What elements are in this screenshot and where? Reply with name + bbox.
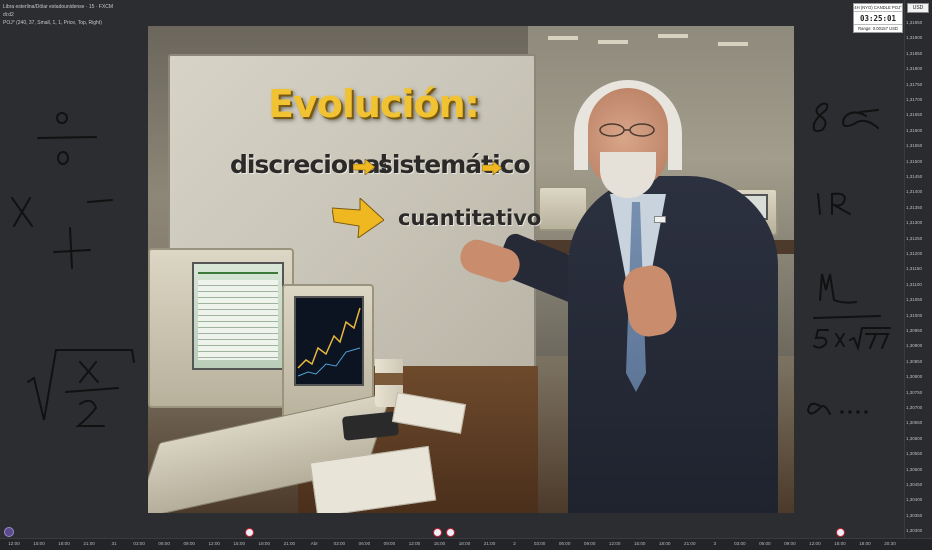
price-tick-label: 1,31150 — [906, 266, 922, 272]
price-tick-label: 1,30650 — [906, 420, 923, 426]
handwritten-notes-left[interactable] — [0, 100, 148, 440]
price-tick-label: 1,31400 — [906, 189, 923, 195]
price-tick-label: 1,31250 — [906, 235, 923, 241]
time-tick-label: 06:00 — [158, 541, 170, 546]
time-tick-label: 21:00 — [684, 541, 696, 546]
time-tick-label: 18:00 — [258, 541, 271, 546]
price-tick-label: 1,30400 — [906, 497, 923, 503]
candle-range: Range: 0.00157 USD — [854, 24, 902, 32]
price-tick-label: 1,31550 — [906, 143, 923, 149]
price-chart-screen — [294, 296, 364, 386]
time-tick-label: 18:00 — [859, 541, 871, 546]
photo-title: Evolución: — [268, 82, 480, 126]
price-tick-label: 1,30600 — [906, 435, 923, 441]
symbol-title[interactable]: Libra esterlina/Dólar estadounidense · 1… — [3, 3, 113, 11]
economic-event-flag-icon[interactable] — [433, 528, 442, 537]
price-tick-label: 1,31950 — [906, 20, 923, 25]
price-tick-label: 1,31200 — [906, 251, 923, 256]
price-tick-label: 1,31750 — [906, 81, 923, 87]
price-tick-label: 1,30350 — [906, 512, 923, 518]
time-tick-label: 21:00 — [83, 541, 95, 546]
arrow-icon — [482, 161, 502, 175]
price-tick-label: 1,30950 — [906, 328, 923, 333]
time-tick-label: 06:00 — [759, 541, 771, 546]
time-tick-label: 09:00 — [183, 541, 195, 546]
price-tick-label: 1,31600 — [906, 127, 923, 133]
arrow-icon — [353, 159, 375, 175]
price-tick-label: 1,31650 — [906, 112, 923, 118]
time-tick-label: 21:00 — [483, 541, 496, 546]
price-tick-label: 1,30550 — [906, 451, 923, 457]
candle-widget-header: 4H (NYO) CANDLE POJ° — [854, 5, 902, 12]
price-tick-label: 1,31000 — [906, 312, 923, 318]
time-tick-label: 15:00 — [433, 541, 446, 546]
time-tick-label: 15:00 — [633, 541, 646, 546]
price-tick-label: 1,30500 — [906, 466, 923, 472]
time-tick-label: 06:00 — [358, 541, 371, 546]
time-tick-label: 09:00 — [383, 541, 396, 546]
glasses-icon — [599, 123, 655, 137]
price-tick-label: 1,31500 — [906, 158, 923, 164]
indicator-name[interactable]: di:d2 — [3, 11, 113, 19]
time-tick-label: 15:00 — [33, 541, 45, 546]
time-tick-label: 12:00 — [408, 541, 421, 546]
price-tick-label: 1,31700 — [906, 97, 923, 102]
indicator-params[interactable]: POJ° (240, 37, Small, 1, 1, Price, Top, … — [3, 19, 113, 27]
price-tick-label: 1,31900 — [906, 35, 923, 41]
presenter-photo: Evolución: discrecional sistemático cuan… — [148, 26, 794, 513]
price-tick-label: 1,30850 — [906, 358, 923, 364]
time-tick-label: 15:00 — [233, 541, 246, 546]
price-tick-label: 1,30900 — [906, 343, 923, 349]
economic-event-flag-icon[interactable] — [245, 528, 254, 537]
time-tick-label: 03:00 — [734, 541, 746, 546]
price-tick-label: 1,31350 — [906, 204, 923, 210]
time-tick-label: 18:00 — [58, 541, 70, 546]
time-tick-label: 12:00 — [809, 541, 821, 546]
price-tick-label: 1,31050 — [906, 297, 923, 303]
step-systematic: sistemático — [378, 150, 531, 179]
big-arrow-icon — [332, 198, 384, 238]
spreadsheet-screen — [192, 262, 284, 370]
time-tick-label: 09:00 — [784, 541, 796, 546]
currency-button[interactable]: USD — [907, 3, 929, 13]
price-tick-label: 1,30800 — [906, 374, 923, 380]
time-tick-label: 3 — [713, 541, 717, 546]
time-tick-label: 03:00 — [333, 541, 346, 546]
price-tick-label: 1,30750 — [906, 389, 923, 395]
time-tick-label: 12:00 — [608, 541, 621, 546]
price-tick-label: 1,31100 — [906, 281, 922, 287]
economic-event-flag-icon[interactable] — [836, 528, 845, 537]
step-quantitative: cuantitativo — [398, 206, 542, 230]
price-tick-label: 1,30300 — [906, 528, 923, 534]
candle-countdown: 03:25:01 — [859, 14, 897, 23]
time-tick-label: 12:00 — [8, 541, 20, 546]
time-tick-label: 31 — [111, 541, 117, 546]
time-tick-label: 18:00 — [458, 541, 471, 546]
time-tick-label: 15:00 — [834, 541, 846, 546]
price-tick-label: 1,31450 — [906, 174, 923, 179]
price-tick-label: 1,31850 — [906, 50, 923, 56]
time-tick-label: 06:00 — [558, 541, 571, 546]
time-tick-label: 12:00 — [208, 541, 220, 546]
price-tick-label: 1,30700 — [906, 405, 923, 410]
time-tick-label: 21:00 — [283, 541, 296, 546]
ceiling-lights — [528, 30, 794, 60]
price-tick-label: 1,31800 — [906, 66, 923, 72]
time-tick-label: 03:00 — [533, 541, 546, 546]
price-tick-label: 1,31300 — [906, 220, 923, 226]
time-tick-label: 18:00 — [658, 541, 671, 546]
time-tick-label: 09:00 — [583, 541, 596, 546]
time-tick-label: 2 — [513, 541, 516, 546]
price-tick-label: 1,30450 — [906, 482, 923, 487]
candle-countdown-widget[interactable]: 4H (NYO) CANDLE POJ° 03:25:01 Range: 0.0… — [853, 3, 903, 33]
handwritten-notes-right[interactable] — [800, 90, 900, 430]
time-tick-label: 03:00 — [133, 541, 145, 546]
economic-event-flag-icon[interactable] — [446, 528, 455, 537]
time-tick-label: Abr — [310, 541, 318, 546]
lapel-pin — [654, 216, 666, 223]
time-tick-label: 20:30 — [884, 541, 896, 546]
presenter-suit — [568, 176, 778, 513]
tradingview-logo-icon[interactable] — [4, 527, 14, 537]
chart-legend: Libra esterlina/Dólar estadounidense · 1… — [3, 3, 113, 27]
